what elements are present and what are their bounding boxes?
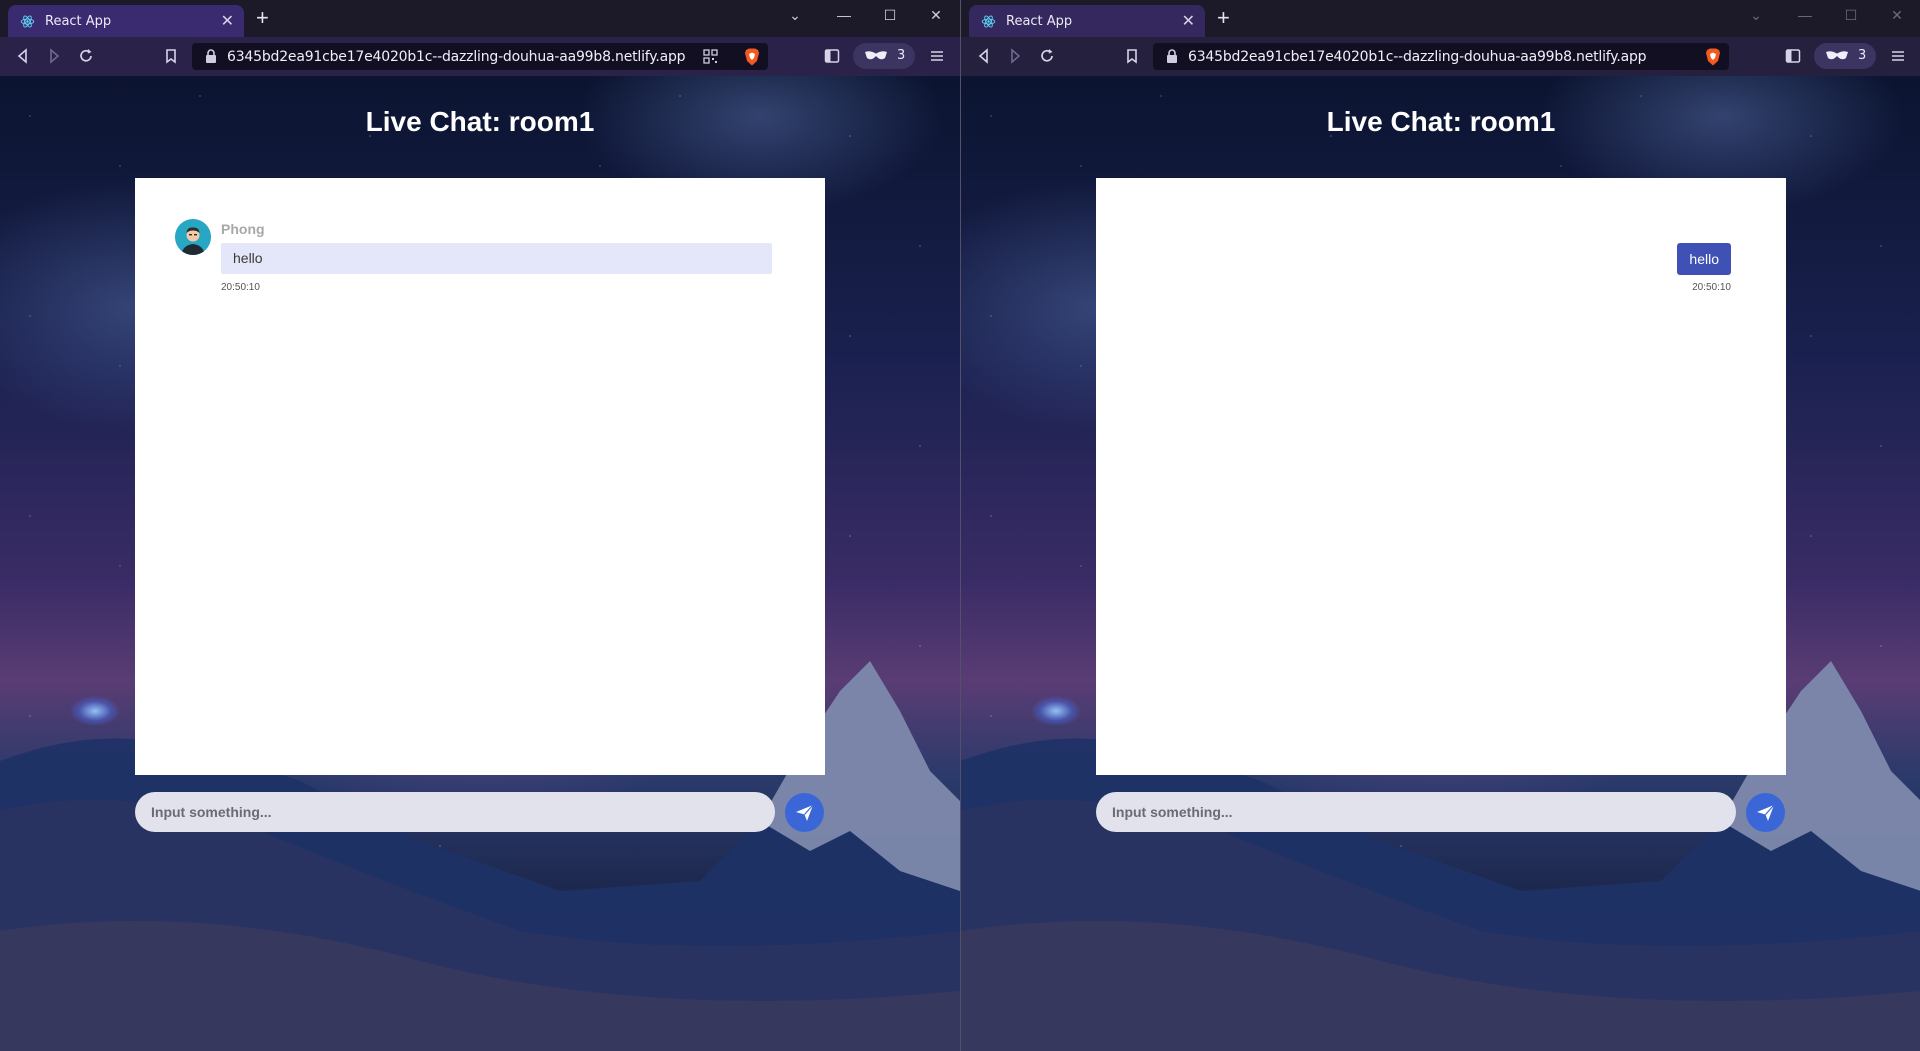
- browser-window-right: React App ✕ + ⌄ — ☐ ✕ 6345bd2ea91cbe17e4…: [961, 0, 1920, 1051]
- message-outgoing: hello 20:50:10: [1677, 243, 1731, 293]
- rewards-button[interactable]: 3: [853, 43, 915, 69]
- message-input[interactable]: [1096, 792, 1736, 832]
- send-button[interactable]: [785, 793, 824, 832]
- chat-page: Live Chat: room1 Phong hello 20:50:10: [0, 76, 960, 1051]
- lock-icon[interactable]: [205, 49, 217, 63]
- menu-icon[interactable]: [928, 47, 946, 65]
- message-time: 20:50:10: [221, 282, 260, 293]
- send-icon: [796, 804, 814, 821]
- close-icon[interactable]: ✕: [221, 11, 234, 31]
- address-bar[interactable]: 6345bd2ea91cbe17e4020b1c--dazzling-douhu…: [1153, 43, 1729, 70]
- chevron-down-icon[interactable]: ⌄: [1741, 4, 1771, 26]
- tab-react-app[interactable]: React App ✕: [969, 5, 1205, 37]
- react-icon: [981, 15, 996, 28]
- close-window-icon[interactable]: ✕: [921, 4, 951, 26]
- user-avatar-icon: [175, 219, 211, 255]
- message-bubble: hello: [221, 243, 772, 274]
- message-input[interactable]: [135, 792, 775, 832]
- chevron-down-icon[interactable]: ⌄: [780, 4, 810, 26]
- chat-title: Live Chat: room1: [365, 106, 595, 137]
- browser-toolbar: 6345bd2ea91cbe17e4020b1c--dazzling-douhu…: [0, 37, 960, 76]
- brave-shield-icon[interactable]: [1705, 48, 1721, 66]
- lock-icon[interactable]: [1166, 49, 1178, 63]
- browser-toolbar: 6345bd2ea91cbe17e4020b1c--dazzling-douhu…: [961, 37, 1920, 76]
- reload-icon[interactable]: [1038, 47, 1056, 65]
- title-bar: React App ✕ + ⌄ — ☐ ✕: [961, 0, 1920, 37]
- sender-name: Phong: [221, 221, 265, 237]
- message-input-row: [135, 792, 825, 832]
- send-icon: [1757, 804, 1775, 821]
- rewards-count: 3: [897, 48, 906, 63]
- light-glow: [70, 696, 120, 726]
- bookmark-icon[interactable]: [1123, 47, 1141, 65]
- maximize-icon[interactable]: ☐: [1836, 4, 1866, 26]
- rewards-count: 3: [1858, 48, 1867, 63]
- send-button[interactable]: [1746, 793, 1785, 832]
- forward-icon[interactable]: [45, 47, 63, 65]
- rewards-icon: [1826, 51, 1848, 60]
- plus-icon[interactable]: +: [256, 7, 269, 29]
- chat-messages-panel[interactable]: hello 20:50:10: [1096, 178, 1786, 775]
- bookmark-icon[interactable]: [162, 47, 180, 65]
- maximize-icon[interactable]: ☐: [875, 4, 905, 26]
- url-text[interactable]: 6345bd2ea91cbe17e4020b1c--dazzling-douhu…: [227, 49, 686, 65]
- react-icon: [20, 15, 35, 28]
- title-bar: React App ✕ + ⌄ — ☐ ✕: [0, 0, 960, 37]
- message-input-row: [1096, 792, 1786, 832]
- brave-shield-icon[interactable]: [744, 48, 760, 66]
- chat-page: Live Chat: room1 hello 20:50:10: [961, 76, 1920, 1051]
- forward-icon[interactable]: [1006, 47, 1024, 65]
- rewards-button[interactable]: 3: [1814, 43, 1876, 69]
- menu-icon[interactable]: [1889, 47, 1907, 65]
- message-time: 20:50:10: [1692, 282, 1731, 293]
- tab-title: React App: [1006, 14, 1073, 29]
- minimize-icon[interactable]: —: [829, 4, 859, 26]
- avatar: [175, 219, 211, 255]
- back-icon[interactable]: [975, 47, 993, 65]
- tab-react-app[interactable]: React App ✕: [8, 5, 244, 37]
- minimize-icon[interactable]: —: [1790, 4, 1820, 26]
- chat-title: Live Chat: room1: [1326, 106, 1556, 137]
- close-icon[interactable]: ✕: [1182, 11, 1195, 31]
- chat-messages-panel[interactable]: Phong hello 20:50:10: [135, 178, 825, 775]
- back-icon[interactable]: [14, 47, 32, 65]
- address-bar[interactable]: 6345bd2ea91cbe17e4020b1c--dazzling-douhu…: [192, 43, 768, 70]
- sidebar-icon[interactable]: [823, 47, 841, 65]
- message-bubble: hello: [1677, 243, 1731, 275]
- qr-code-icon[interactable]: [703, 49, 718, 64]
- rewards-icon: [865, 51, 887, 60]
- sidebar-icon[interactable]: [1784, 47, 1802, 65]
- close-window-icon[interactable]: ✕: [1882, 4, 1912, 26]
- light-glow: [1031, 696, 1081, 726]
- tab-title: React App: [45, 14, 112, 29]
- url-text[interactable]: 6345bd2ea91cbe17e4020b1c--dazzling-douhu…: [1188, 49, 1647, 65]
- browser-window-left: React App ✕ + ⌄ — ☐ ✕ 6345bd2ea91cbe17e4…: [0, 0, 960, 1051]
- plus-icon[interactable]: +: [1217, 7, 1230, 29]
- reload-icon[interactable]: [77, 47, 95, 65]
